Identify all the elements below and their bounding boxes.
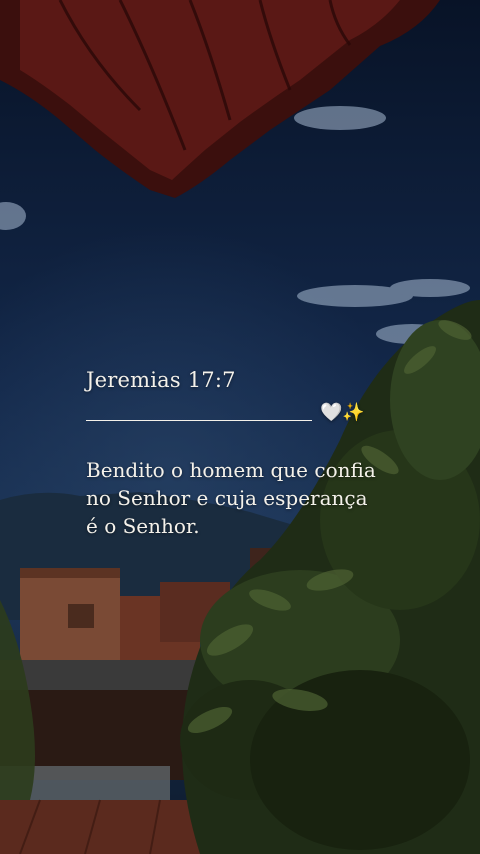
verse-line: é o Senhor. [86,514,200,538]
verse-text: Bendito o homem que confia no Senhor e c… [86,456,406,540]
verse-line: no Senhor e cuja esperança [86,486,368,510]
verse-reference: Jeremias 17:7 [86,368,236,392]
verse-line: Bendito o homem que confia [86,458,376,482]
story-photo: Jeremias 17:7 🤍✨ Bendito o homem que con… [0,0,480,854]
divider-row: 🤍✨ [86,398,446,428]
verse-card: Jeremias 17:7 🤍✨ Bendito o homem que con… [86,364,446,540]
underline-divider [86,419,312,421]
heart-sparkles-icon: 🤍✨ [320,402,365,423]
